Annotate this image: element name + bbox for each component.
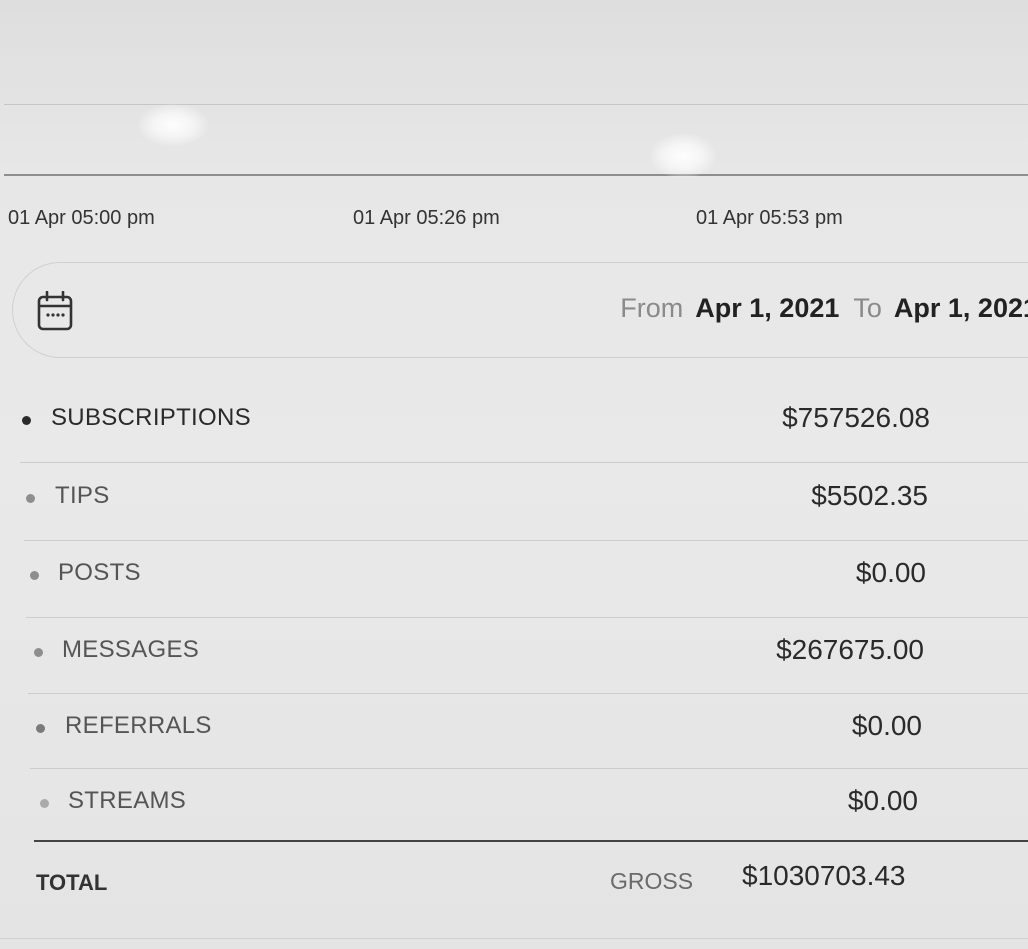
from-date[interactable]: Apr 1, 2021 [695, 293, 839, 323]
row-amount: $0.00 [851, 710, 922, 741]
series-dot [36, 724, 45, 733]
series-dot [22, 416, 31, 425]
row-label: TIPS [55, 482, 110, 509]
earnings-row-referrals[interactable]: REFERRALS $0.00 [34, 690, 1028, 766]
row-amount: $0.00 [855, 557, 926, 588]
series-dot [40, 799, 49, 808]
row-amount: $267675.00 [776, 634, 924, 665]
gross-label: GROSS [610, 868, 694, 894]
chart-grid-line [4, 104, 1028, 105]
row-amount: $5502.35 [811, 480, 928, 511]
date-range-text[interactable]: From Apr 1, 2021 To Apr 1, 2021 [620, 293, 1028, 324]
series-dot [26, 494, 35, 503]
earnings-row-streams[interactable]: STREAMS $0.00 [38, 765, 1028, 841]
screen-glare [138, 104, 208, 146]
row-amount: $0.00 [847, 785, 918, 816]
x-tick-label: 01 Apr 05:26 pm [353, 207, 500, 229]
gross-amount: $1030703.43 [742, 860, 906, 891]
calendar-icon[interactable] [37, 290, 73, 331]
from-label: From [620, 293, 684, 323]
x-tick-label: 01 Apr 05:00 pm [8, 207, 155, 229]
total-divider [34, 840, 1028, 842]
earnings-row-messages[interactable]: MESSAGES $267675.00 [30, 614, 1028, 690]
to-label: To [853, 293, 882, 323]
series-dot [34, 648, 43, 657]
series-dot [30, 571, 39, 580]
row-label: POSTS [58, 559, 141, 586]
earnings-screen: 01 Apr 05:00 pm 01 Apr 05:26 pm 01 Apr 0… [0, 0, 1028, 949]
screen-glare [650, 134, 716, 178]
row-label: STREAMS [68, 787, 187, 814]
earnings-row-posts[interactable]: POSTS $0.00 [26, 537, 1028, 613]
chart-x-axis [4, 174, 1028, 176]
row-label: MESSAGES [62, 636, 200, 663]
date-range-picker[interactable]: From Apr 1, 2021 To Apr 1, 2021 [12, 262, 1028, 358]
x-tick-label: 01 Apr 05:53 pm [696, 207, 843, 229]
total-label: TOTAL [36, 870, 108, 895]
earnings-row-subscriptions[interactable]: SUBSCRIPTIONS $757526.08 [18, 382, 1028, 458]
row-label: SUBSCRIPTIONS [51, 404, 251, 431]
row-amount: $757526.08 [782, 402, 930, 433]
earnings-row-tips[interactable]: TIPS $5502.35 [22, 460, 1028, 536]
bottom-divider [0, 938, 1028, 939]
row-label: REFERRALS [65, 712, 212, 739]
earnings-chart: 01 Apr 05:00 pm 01 Apr 05:26 pm 01 Apr 0… [0, 0, 1028, 260]
to-date[interactable]: Apr 1, 2021 [894, 293, 1028, 323]
